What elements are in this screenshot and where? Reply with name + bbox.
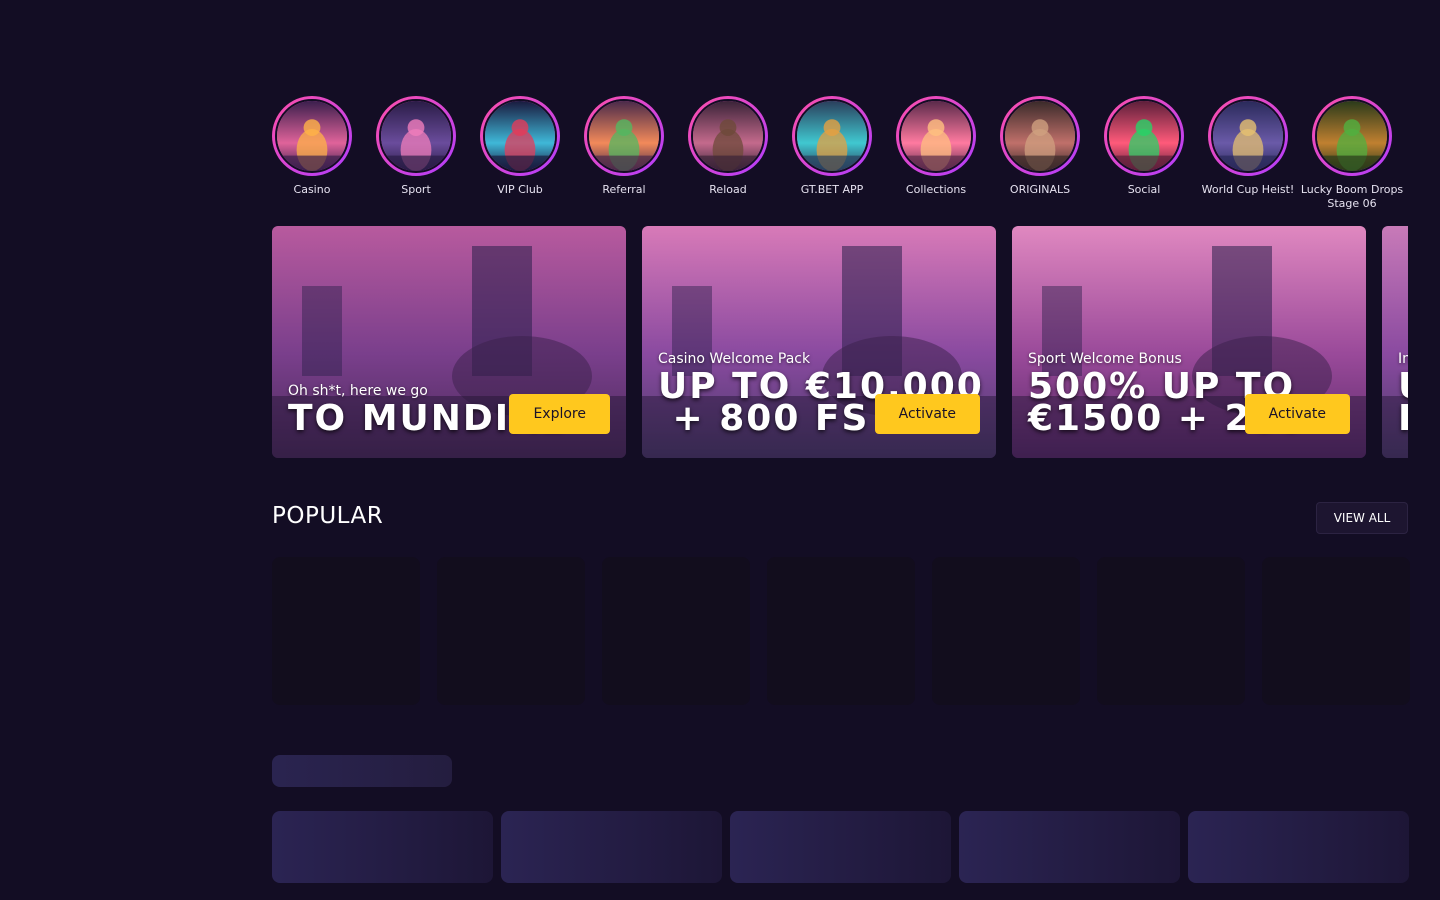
- originals-story-icon: [1003, 99, 1077, 173]
- game-card-placeholder: [272, 557, 420, 705]
- game-card-placeholder: [437, 557, 585, 705]
- gtbet-app-story-icon: [795, 99, 869, 173]
- promo-banner[interactable]: Casino Welcome Pack UP TO €10,000 + 800 F…: [642, 226, 996, 458]
- game-card-placeholder: [602, 557, 750, 705]
- story-label: Casino: [293, 183, 331, 196]
- promo-banner[interactable]: Sport Welcome Bonus500% UP TO €1500 + 20…: [1012, 226, 1366, 458]
- provider-card-placeholder: [1188, 811, 1409, 883]
- provider-card-placeholder: [959, 811, 1180, 883]
- story-label: ORIGINALS: [1009, 183, 1071, 196]
- promo-title: U F: [1398, 369, 1408, 437]
- story-ring: [1312, 96, 1392, 176]
- popular-games-row: [272, 557, 1410, 705]
- provider-cards-row: [272, 811, 1409, 883]
- world-cup-story-icon: [1211, 99, 1285, 173]
- story-item[interactable]: Lucky Boom Drops Stage 06: [1301, 96, 1403, 211]
- promo-banner[interactable]: Oh sh*t, here we go TO MUNDIAL Explore: [272, 226, 626, 458]
- promo-subtitle: Oh sh*t, here we go: [288, 383, 428, 399]
- story-item[interactable]: Reload: [688, 96, 768, 211]
- story-label: World Cup Heist!: [1201, 183, 1295, 196]
- vip-club-story-icon: [483, 99, 557, 173]
- story-ring: [376, 96, 456, 176]
- story-item[interactable]: Casino: [272, 96, 352, 211]
- story-ring: [584, 96, 664, 176]
- casino-story-icon: [275, 99, 349, 173]
- story-label: Reload: [709, 183, 747, 196]
- promo-banner[interactable]: In U F: [1382, 226, 1408, 458]
- story-item[interactable]: GT.BET APP: [792, 96, 872, 211]
- story-ring: [1000, 96, 1080, 176]
- promo-carousel: Oh sh*t, here we go TO MUNDIAL Explore Casi…: [272, 226, 1408, 458]
- story-ring: [1208, 96, 1288, 176]
- story-ring: [792, 96, 872, 176]
- view-all-button[interactable]: VIEW ALL: [1316, 502, 1408, 534]
- story-label: Sport: [401, 183, 431, 196]
- popular-section-title: POPULAR: [272, 503, 384, 529]
- provider-card-placeholder: [730, 811, 951, 883]
- game-card-placeholder: [1097, 557, 1245, 705]
- story-label: GT.BET APP: [800, 183, 864, 196]
- story-label: Social: [1127, 183, 1161, 196]
- provider-card-placeholder: [272, 811, 493, 883]
- game-card-placeholder: [932, 557, 1080, 705]
- collections-story-icon: [899, 99, 973, 173]
- story-item[interactable]: Referral: [584, 96, 664, 211]
- lucky-boom-story-icon: [1315, 99, 1389, 173]
- sport-story-icon: [379, 99, 453, 173]
- promo-subtitle: In: [1398, 351, 1408, 367]
- promo-subtitle: Casino Welcome Pack: [658, 351, 811, 367]
- stories-row: Casino Sport VIP Club Referral Reload GT.BET …: [272, 96, 1403, 211]
- activate-button[interactable]: Activate: [874, 394, 980, 434]
- social-story-icon: [1107, 99, 1181, 173]
- game-card-placeholder: [767, 557, 915, 705]
- story-item[interactable]: ORIGINALS: [1000, 96, 1080, 211]
- story-ring: [1104, 96, 1184, 176]
- story-ring: [896, 96, 976, 176]
- story-ring: [480, 96, 560, 176]
- explore-button[interactable]: Explore: [509, 394, 610, 434]
- story-ring: [272, 96, 352, 176]
- story-label: Referral: [602, 183, 646, 196]
- provider-card-placeholder: [501, 811, 722, 883]
- game-card-placeholder: [1262, 557, 1410, 705]
- section-heading-placeholder: [272, 755, 452, 787]
- story-item[interactable]: Sport: [376, 96, 456, 211]
- story-label: VIP Club: [497, 183, 543, 196]
- story-item[interactable]: Social: [1104, 96, 1184, 211]
- story-item[interactable]: Collections: [896, 96, 976, 211]
- story-label: Collections: [905, 183, 967, 196]
- story-ring: [688, 96, 768, 176]
- reload-story-icon: [691, 99, 765, 173]
- referral-story-icon: [587, 99, 661, 173]
- story-item[interactable]: World Cup Heist!: [1202, 96, 1294, 211]
- story-item[interactable]: VIP Club: [480, 96, 560, 211]
- promo-subtitle: Sport Welcome Bonus: [1028, 351, 1182, 367]
- activate-button[interactable]: Activate: [1244, 394, 1350, 434]
- story-label: Lucky Boom Drops Stage 06: [1300, 183, 1404, 210]
